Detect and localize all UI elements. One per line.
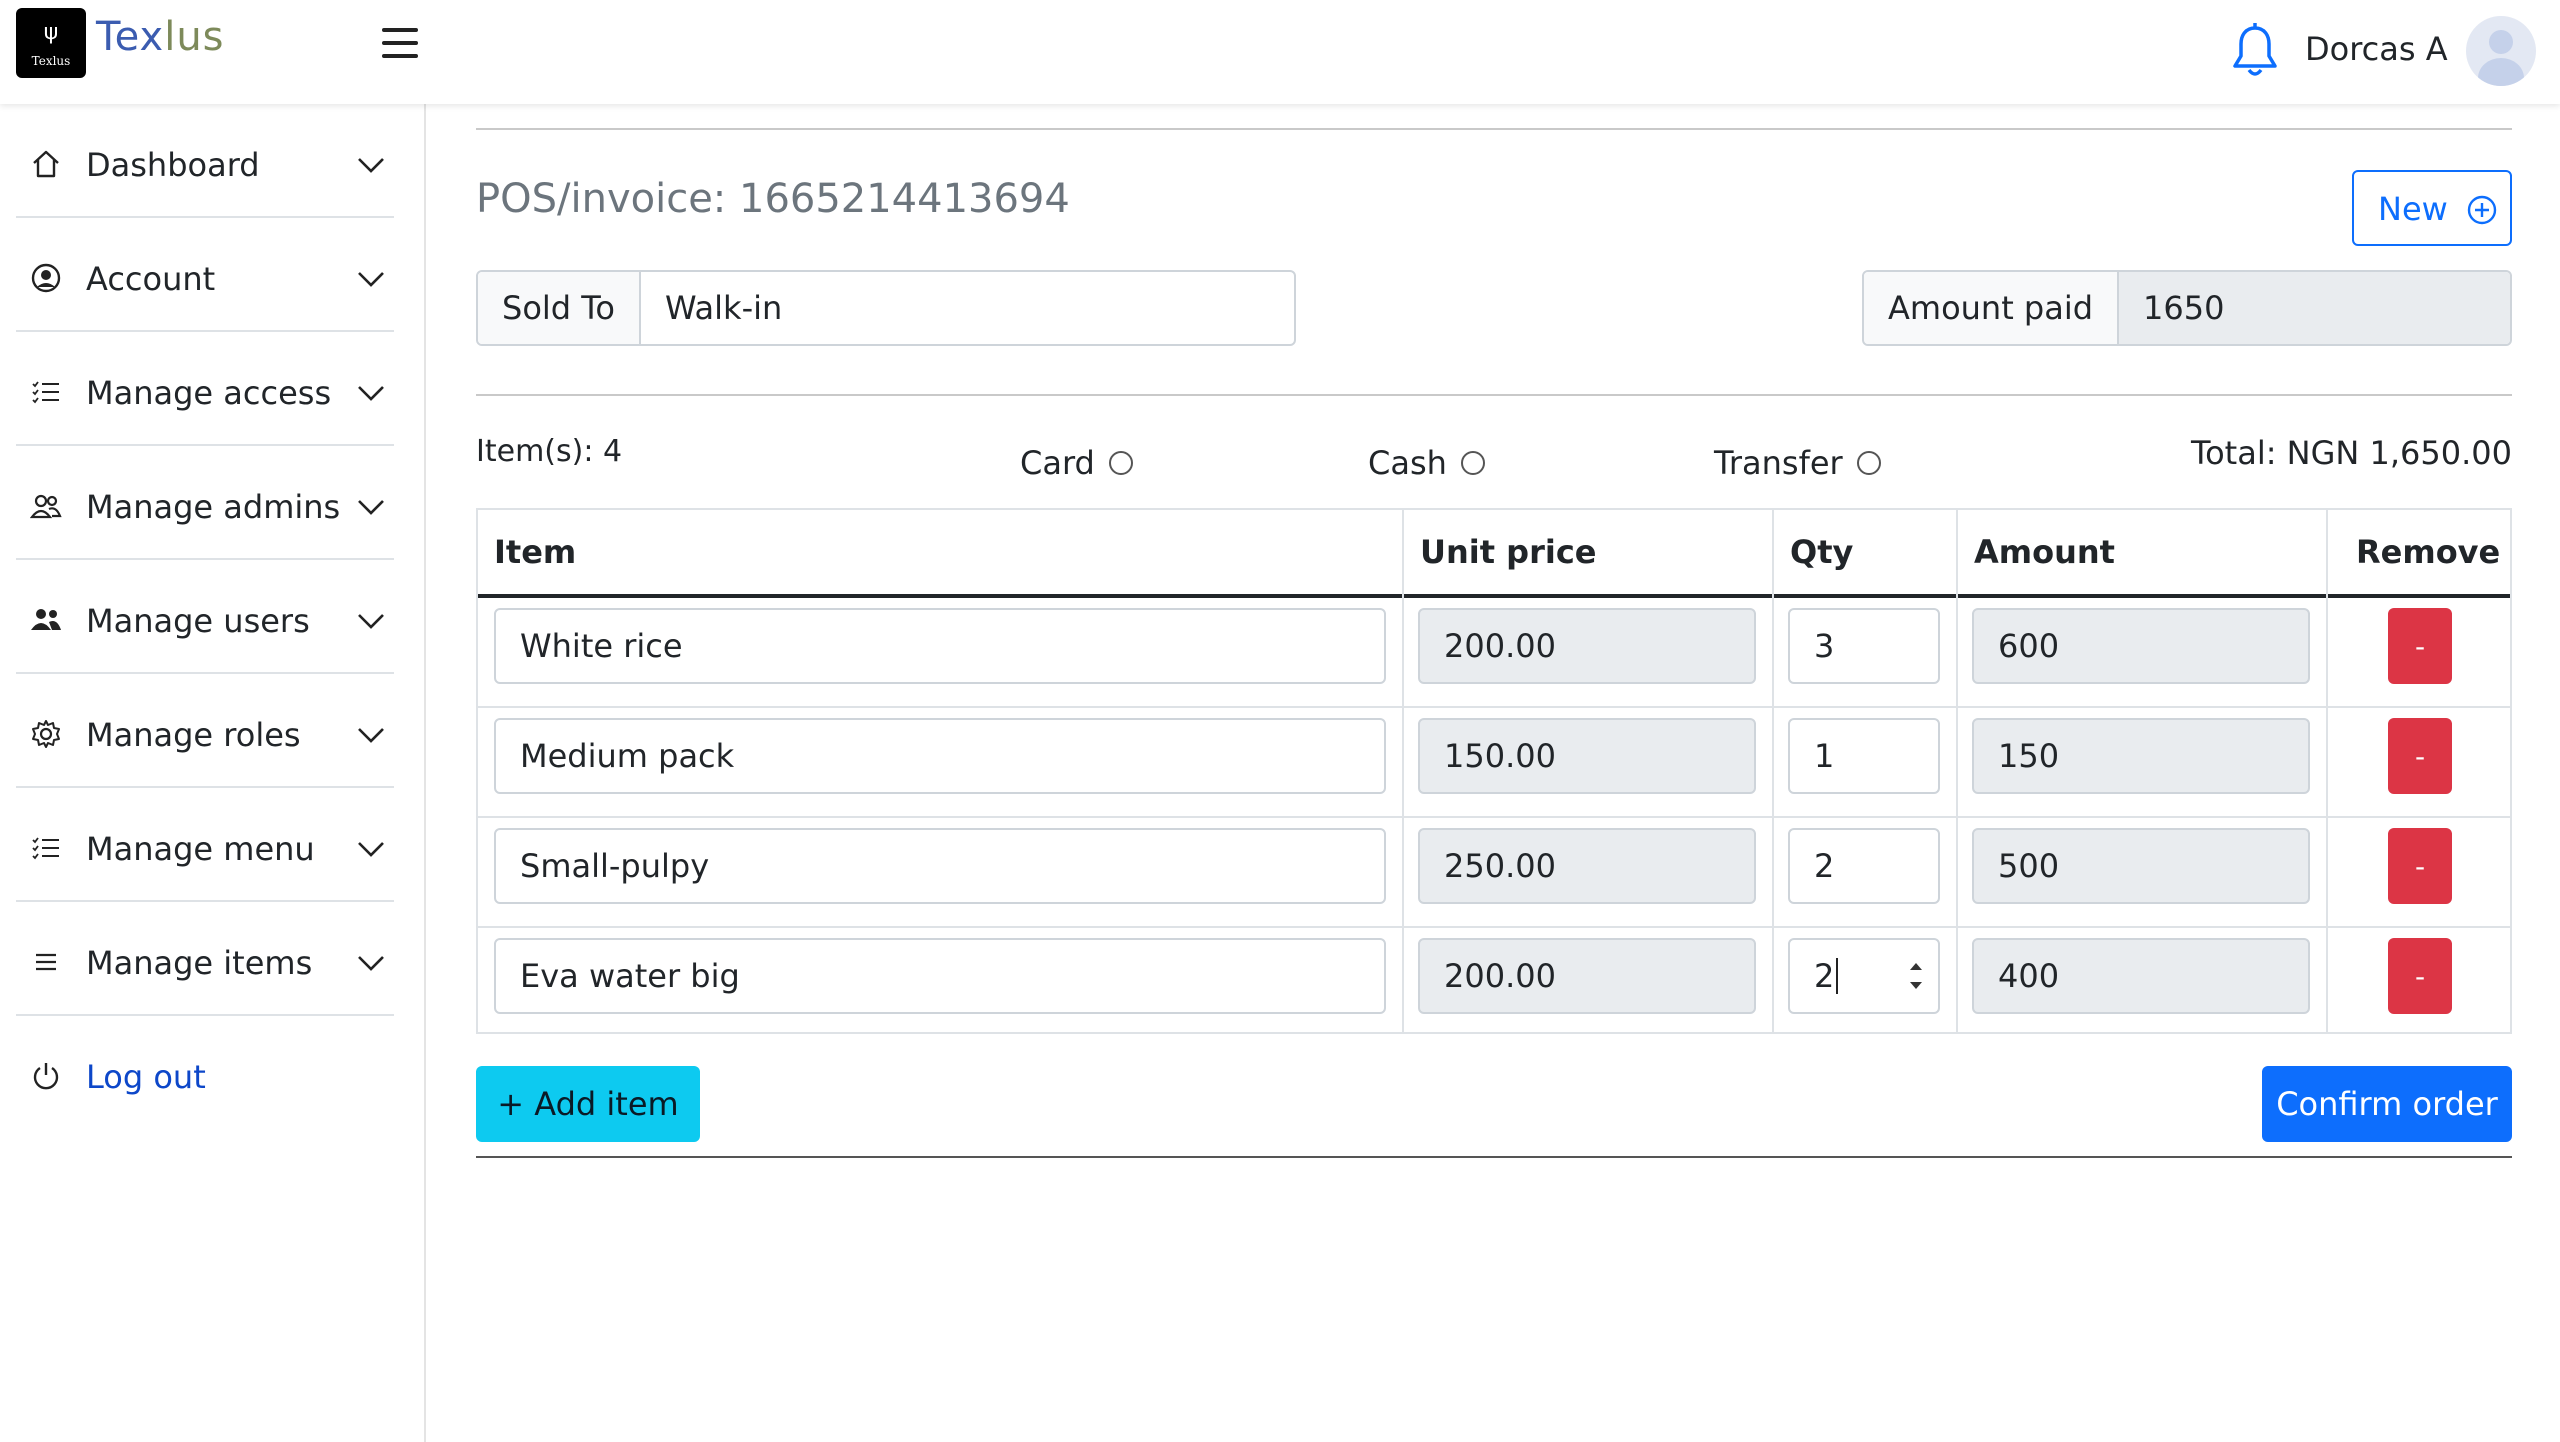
sidebar-item-manage-items[interactable]: Manage items <box>16 902 394 1016</box>
sidebar-item-label: Dashboard <box>86 146 260 184</box>
list-icon <box>32 381 59 404</box>
page-title: POS/invoice: 1665214413694 <box>476 176 1070 222</box>
divider <box>476 394 2512 396</box>
unit-price-field: 200.00 <box>1418 938 1756 1014</box>
qty-value: 2 <box>1814 957 1835 995</box>
column-header-qty: Qty <box>1790 533 1854 571</box>
home-icon <box>33 150 59 178</box>
sidebar-item-manage-users[interactable]: Manage users <box>16 560 394 674</box>
new-button-label: New <box>2378 190 2448 228</box>
qty-input[interactable]: 1 <box>1788 718 1940 794</box>
chevron-down-icon[interactable] <box>356 720 386 750</box>
confirm-order-button[interactable]: Confirm order <box>2262 1066 2512 1142</box>
chevron-down-icon[interactable] <box>356 378 386 408</box>
top-navbar: ψ Texlus Texlus Dorcas A <box>0 0 2560 104</box>
sold-to-input[interactable]: Walk-in <box>641 272 1294 344</box>
order-total: Total: NGN 1,650.00 <box>2190 434 2512 472</box>
sidebar: Dashboard Account Manage access Manage a… <box>0 104 426 1442</box>
sidebar-item-manage-admins[interactable]: Manage admins <box>16 446 394 560</box>
menu-lines-icon <box>36 953 56 971</box>
column-header-unit-price: Unit price <box>1420 533 1597 571</box>
people-fill-icon <box>31 609 61 630</box>
qty-input-focused[interactable]: 2 <box>1788 938 1940 1014</box>
item-name-input[interactable]: Medium pack <box>494 718 1386 794</box>
number-spinner-icon[interactable] <box>1902 952 1930 1000</box>
chevron-down-icon[interactable] <box>356 264 386 294</box>
qty-input[interactable]: 2 <box>1788 828 1940 904</box>
power-icon <box>33 1063 59 1090</box>
chevron-down-icon[interactable] <box>356 948 386 978</box>
new-invoice-button[interactable]: New <box>2352 170 2512 246</box>
chevron-down-icon[interactable] <box>356 492 386 522</box>
radio-label: Cash <box>1368 444 1447 482</box>
item-name-input[interactable]: Eva water big <box>494 938 1386 1014</box>
payment-card-radio[interactable]: Card <box>1020 444 1133 482</box>
items-count: Item(s): 4 <box>476 434 623 469</box>
payment-cash-radio[interactable]: Cash <box>1368 444 1485 482</box>
brand-name: Texlus <box>96 14 225 60</box>
sidebar-item-label: Manage roles <box>86 716 301 754</box>
sold-to-group: Sold To Walk-in <box>476 270 1296 346</box>
remove-row-button[interactable]: - <box>2388 718 2452 794</box>
amount-field: 150 <box>1972 718 2310 794</box>
sidebar-item-label: Manage users <box>86 602 310 640</box>
sidebar-item-dashboard[interactable]: Dashboard <box>16 104 394 218</box>
qty-input[interactable]: 3 <box>1788 608 1940 684</box>
unit-price-field: 250.00 <box>1418 828 1756 904</box>
gear-icon <box>32 720 60 748</box>
logout-link[interactable]: Log out <box>86 1058 206 1096</box>
divider <box>476 1156 2512 1158</box>
remove-row-button[interactable]: - <box>2388 608 2452 684</box>
user-circle-icon <box>31 263 61 293</box>
column-header-remove: Remove <box>2356 533 2501 571</box>
sidebar-item-manage-access[interactable]: Manage access <box>16 332 394 446</box>
unit-price-field: 150.00 <box>1418 718 1756 794</box>
radio-label: Card <box>1020 444 1095 482</box>
add-item-button[interactable]: + Add item <box>476 1066 700 1142</box>
items-table: Item Unit price Qty Amount Remove White … <box>476 508 2512 1034</box>
divider <box>476 128 2512 130</box>
column-header-amount: Amount <box>1974 533 2115 571</box>
amount-paid-input[interactable]: 1650 <box>2119 272 2510 344</box>
unit-price-field: 200.00 <box>1418 608 1756 684</box>
brand-suffix: lus <box>164 14 225 60</box>
sidebar-item-label: Manage admins <box>86 488 341 526</box>
sidebar-item-account[interactable]: Account <box>16 218 394 332</box>
sidebar-item-manage-menu[interactable]: Manage menu <box>16 788 394 902</box>
sidebar-item-label: Manage menu <box>86 830 315 868</box>
item-name-input[interactable]: Small-pulpy <box>494 828 1386 904</box>
user-name[interactable]: Dorcas A <box>2305 30 2448 68</box>
sidebar-item-label: Account <box>86 260 216 298</box>
remove-row-button[interactable]: - <box>2388 828 2452 904</box>
amount-field: 400 <box>1972 938 2310 1014</box>
avatar[interactable] <box>2466 16 2536 86</box>
chevron-down-icon[interactable] <box>356 834 386 864</box>
amount-paid-label: Amount paid <box>1864 272 2120 344</box>
people-icon <box>30 494 62 519</box>
item-name-input[interactable]: White rice <box>494 608 1386 684</box>
bell-icon[interactable] <box>2230 22 2280 78</box>
logo-small-text: Texlus <box>31 54 71 68</box>
logo[interactable]: ψ Texlus <box>16 8 86 78</box>
hamburger-menu-icon[interactable] <box>380 26 420 60</box>
amount-field: 500 <box>1972 828 2310 904</box>
sidebar-item-label: Manage access <box>86 374 332 412</box>
logo-mark-icon: ψ <box>43 20 59 45</box>
remove-row-button[interactable]: - <box>2388 938 2452 1014</box>
payment-transfer-radio[interactable]: Transfer <box>1714 444 1881 482</box>
plus-circle-icon <box>2467 195 2497 225</box>
sidebar-item-manage-roles[interactable]: Manage roles <box>16 674 394 788</box>
chevron-down-icon[interactable] <box>356 150 386 180</box>
sidebar-item-logout[interactable]: Log out <box>16 1016 394 1130</box>
sidebar-item-label: Manage items <box>86 944 313 982</box>
list-icon <box>32 837 59 860</box>
brand-prefix: Tex <box>96 14 165 60</box>
column-header-item: Item <box>494 533 577 571</box>
amount-paid-group: Amount paid 1650 <box>1862 270 2512 346</box>
amount-field: 600 <box>1972 608 2310 684</box>
chevron-down-icon[interactable] <box>356 606 386 636</box>
sold-to-label: Sold To <box>478 272 641 344</box>
radio-label: Transfer <box>1714 444 1843 482</box>
